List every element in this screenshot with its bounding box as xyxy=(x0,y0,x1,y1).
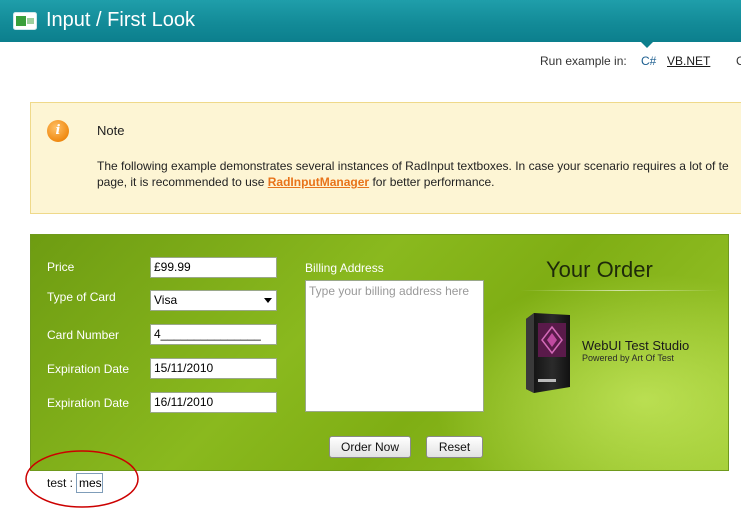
card-type-label: Type of Card xyxy=(47,290,116,304)
note-text: The following example demonstrates sever… xyxy=(97,158,741,190)
radinputmanager-link[interactable]: RadInputManager xyxy=(268,175,369,189)
product-subtitle: Powered by Art Of Test xyxy=(582,353,674,363)
card-number-label: Card Number xyxy=(47,328,120,342)
order-now-button[interactable]: Order Now xyxy=(329,436,411,458)
chevron-down-icon[interactable] xyxy=(264,298,272,303)
truncated-link[interactable]: C xyxy=(736,54,741,68)
product-box-image xyxy=(526,313,570,393)
product-name: WebUI Test Studio xyxy=(582,338,690,353)
price-input[interactable]: £99.99 xyxy=(150,257,277,278)
note-text-line2-start: page, it is recommended to use xyxy=(97,175,268,189)
language-csharp[interactable]: C# xyxy=(641,54,656,68)
your-order-title: Your Order xyxy=(546,257,653,282)
input-control-icon xyxy=(13,12,37,30)
price-label: Price xyxy=(47,260,75,274)
test-label: test : xyxy=(47,476,74,490)
language-vbnet-link[interactable]: VB.NET xyxy=(667,54,710,68)
note-title: Note xyxy=(97,123,125,138)
expiration-date-input-2[interactable]: 16/11/2010 xyxy=(150,392,277,413)
expiration-date-label-1: Expiration Date xyxy=(47,362,130,376)
card-type-value: Visa xyxy=(154,293,178,307)
reset-button[interactable]: Reset xyxy=(426,436,483,458)
title-bar: Input / First Look xyxy=(0,0,741,42)
selected-language-indicator xyxy=(641,42,653,48)
test-input[interactable]: mes xyxy=(76,473,103,493)
expiration-date-input-1[interactable]: 15/11/2010 xyxy=(150,358,277,379)
run-example-label: Run example in: xyxy=(540,54,627,68)
info-icon: i xyxy=(47,120,69,142)
note-text-line2-end: for better performance. xyxy=(369,175,495,189)
note-text-line1: The following example demonstrates sever… xyxy=(97,159,729,173)
order-divider xyxy=(520,290,720,291)
billing-address-textarea[interactable]: Type your billing address here xyxy=(305,280,484,412)
billing-address-label: Billing Address xyxy=(305,261,384,275)
expiration-date-label-2: Expiration Date xyxy=(47,396,130,410)
page-title: Input / First Look xyxy=(46,9,195,31)
card-number-input[interactable]: 4_______________ xyxy=(150,324,277,345)
card-type-select[interactable]: Visa xyxy=(150,290,277,311)
